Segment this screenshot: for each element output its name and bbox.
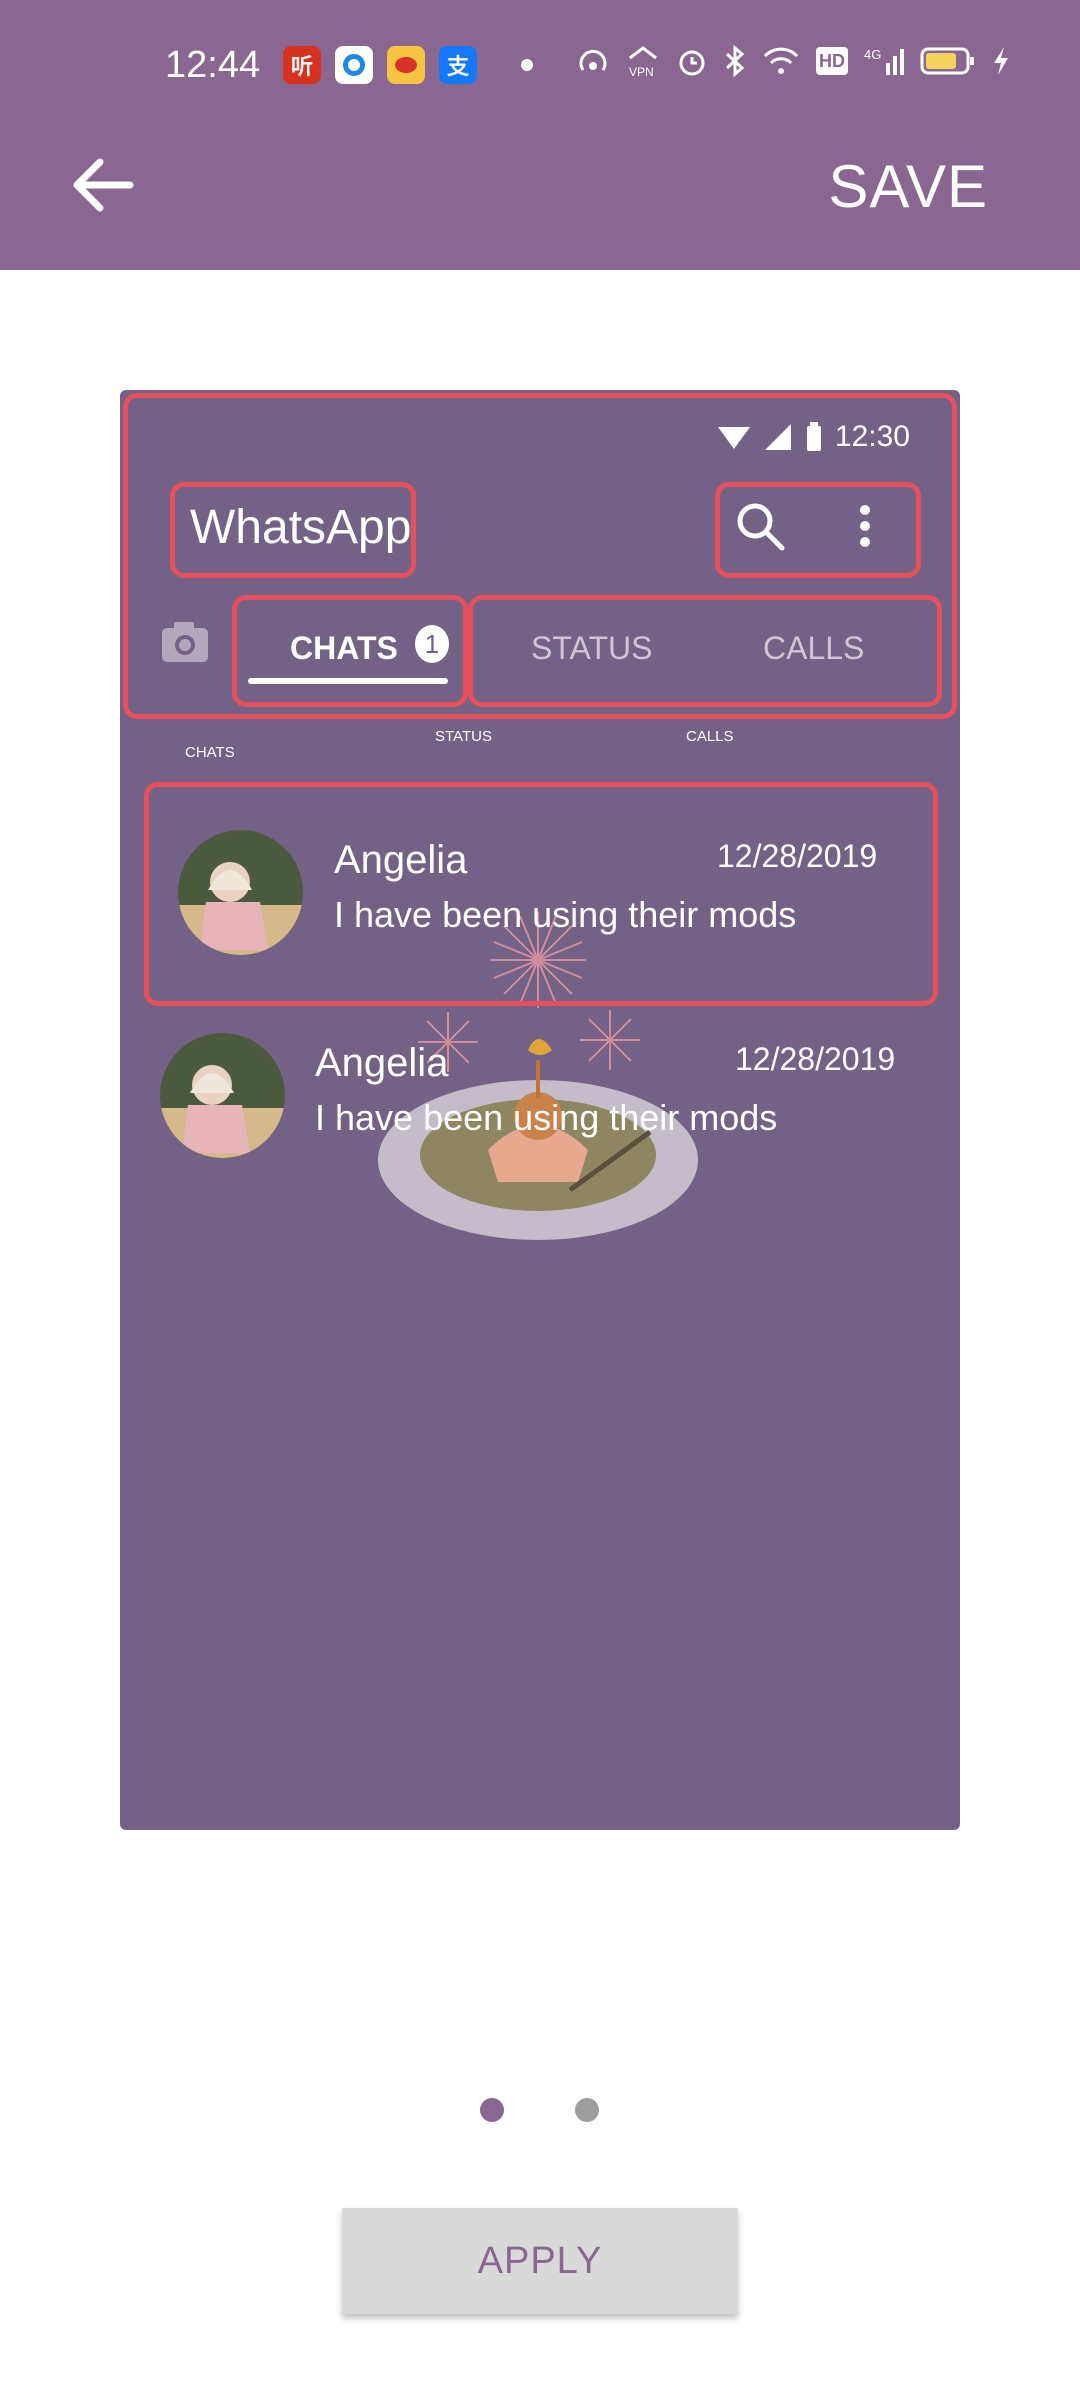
svg-text:VPN: VPN xyxy=(629,65,654,78)
avatar-image xyxy=(178,830,303,955)
chat-date: 12/28/2019 xyxy=(735,1041,896,1077)
alipay-icon: 支 xyxy=(439,46,477,84)
charging-icon xyxy=(994,47,1008,75)
more-vert-icon[interactable] xyxy=(855,500,875,552)
alarm-icon xyxy=(679,50,705,76)
preview-app-title: WhatsApp xyxy=(190,501,412,554)
avatar xyxy=(178,830,303,955)
battery-icon xyxy=(806,422,821,451)
tab-calls[interactable]: CALLS xyxy=(763,630,864,667)
tab-indicator xyxy=(248,678,448,684)
arrow-left-icon[interactable] xyxy=(68,150,138,220)
chat-name: Angelia xyxy=(315,1041,449,1085)
hd-icon: HD xyxy=(816,47,848,75)
mini-label-chats: CHATS xyxy=(185,744,235,761)
chat-message: I have been using their mods xyxy=(334,894,797,935)
preview-status-bar: 12:30 xyxy=(717,420,910,454)
svg-text:4G: 4G xyxy=(864,47,881,62)
chat-date: 12/28/2019 xyxy=(717,838,878,874)
wifi-icon xyxy=(763,47,799,74)
status-app-icons: 听 支 xyxy=(283,46,533,84)
avatar xyxy=(160,1033,285,1158)
vpn-icon: VPN xyxy=(629,46,657,78)
4g-signal-icon: 4G xyxy=(864,47,904,75)
apply-button[interactable]: APPLY xyxy=(342,2208,738,2314)
mini-label-status: STATUS xyxy=(435,728,492,745)
search-icon[interactable] xyxy=(734,500,786,552)
unread-badge: 1 xyxy=(415,625,449,663)
mini-label-calls: CALLS xyxy=(686,728,734,745)
listen-app-icon: 听 xyxy=(283,46,321,84)
tab-status[interactable]: STATUS xyxy=(531,630,652,667)
weibo-icon xyxy=(387,46,425,84)
circle-app-icon xyxy=(335,46,373,84)
status-system-icons: VPN HD 4G xyxy=(576,44,1010,78)
bluetooth-icon xyxy=(725,44,745,78)
page-dot[interactable] xyxy=(575,2098,599,2122)
status-time: 12:44 xyxy=(165,44,261,86)
wifi-icon xyxy=(717,427,750,449)
page-indicator xyxy=(0,2098,1080,2128)
save-button[interactable]: SAVE xyxy=(828,152,988,221)
preview-time: 12:30 xyxy=(834,420,910,453)
tab-chats[interactable]: CHATS xyxy=(290,630,398,667)
chat-row[interactable]: Angelia 12/28/2019 I have been using the… xyxy=(120,810,960,970)
notification-dot-icon xyxy=(521,59,533,71)
app-bar: 12:44 听 支 VPN HD 4G SAVE xyxy=(0,0,1080,270)
camera-icon[interactable] xyxy=(160,620,210,664)
chat-message: I have been using their mods xyxy=(315,1097,778,1138)
signal-icon xyxy=(764,424,791,450)
avatar-image xyxy=(160,1033,285,1158)
hotspot-icon xyxy=(579,49,607,71)
battery-icon xyxy=(920,47,974,75)
page-dot-active[interactable] xyxy=(480,2098,504,2122)
chat-row[interactable]: Angelia 12/28/2019 I have been using the… xyxy=(120,1013,960,1173)
theme-preview: 12:30 WhatsApp CHATS 1 STATUS CALLS CHAT… xyxy=(120,390,960,1830)
chat-name: Angelia xyxy=(334,838,468,882)
